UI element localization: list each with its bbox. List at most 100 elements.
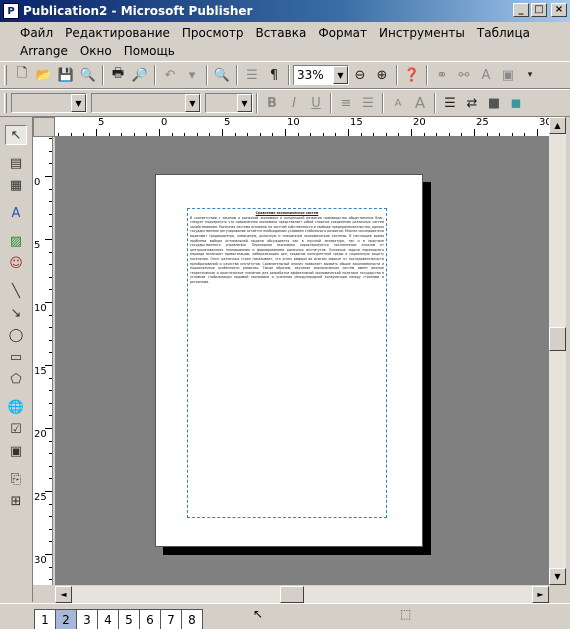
oval-icon[interactable]: ◯ bbox=[5, 325, 27, 345]
chevron-down-icon[interactable]: ▼ bbox=[71, 94, 86, 112]
clipart-icon[interactable]: ☺ bbox=[5, 253, 27, 273]
picture-frame-icon[interactable]: ▨ bbox=[5, 231, 27, 251]
web-preview-icon[interactable]: 🔍 bbox=[211, 64, 233, 86]
vertical-ruler[interactable]: 0 5 10 15 20 25 30 bbox=[33, 137, 53, 585]
menu-edit[interactable]: Редактирование bbox=[61, 24, 178, 42]
undo-dropdown-icon[interactable]: ▾ bbox=[181, 64, 203, 86]
italic-icon[interactable]: I bbox=[283, 92, 305, 114]
underline-icon[interactable]: U bbox=[305, 92, 327, 114]
unlink-icon[interactable]: ⚯ bbox=[453, 64, 475, 86]
scroll-right-button[interactable]: ► bbox=[532, 586, 549, 603]
rectangle-icon[interactable]: ▭ bbox=[5, 347, 27, 367]
toolbar-grip[interactable] bbox=[4, 65, 7, 85]
table-icon[interactable]: ▦ bbox=[5, 175, 27, 195]
shadow-icon[interactable]: ■ bbox=[483, 92, 505, 114]
menu-file[interactable]: Файл bbox=[16, 24, 61, 42]
close-button[interactable]: × bbox=[551, 3, 567, 17]
pointer-icon[interactable]: ↖ bbox=[5, 125, 27, 145]
horizontal-scroll-thumb[interactable] bbox=[280, 586, 304, 603]
help-icon[interactable]: ❓ bbox=[401, 64, 423, 86]
maximize-button[interactable]: □ bbox=[531, 3, 547, 17]
open-icon[interactable]: 📂 bbox=[33, 64, 55, 86]
3d-style-icon[interactable]: ◼ bbox=[505, 92, 527, 114]
scroll-down-button[interactable]: ▼ bbox=[549, 568, 566, 585]
toolbar-separator bbox=[426, 65, 428, 85]
rotate-icon[interactable]: ⇄ bbox=[461, 92, 483, 114]
chevron-down-icon[interactable]: ▼ bbox=[185, 94, 200, 112]
page-tab-1[interactable]: 1 bbox=[34, 609, 56, 629]
toolbar-grip[interactable] bbox=[4, 93, 7, 113]
page-tab-4[interactable]: 4 bbox=[97, 609, 119, 629]
pilcrow-icon[interactable]: ¶ bbox=[263, 64, 285, 86]
horizontal-scrollbar[interactable]: ◄ ► bbox=[55, 586, 549, 603]
image-frame-icon[interactable]: ▣ bbox=[497, 64, 519, 86]
toolbar-options-icon[interactable]: ▾ bbox=[519, 64, 541, 86]
chevron-down-icon[interactable]: ▼ bbox=[333, 66, 348, 84]
scroll-up-button[interactable]: ▲ bbox=[549, 117, 566, 134]
ruler-corner[interactable] bbox=[33, 117, 55, 137]
align-left-icon[interactable]: ≡ bbox=[335, 92, 357, 114]
style-select[interactable]: ▼ bbox=[11, 93, 87, 113]
ruler-tick bbox=[537, 129, 538, 136]
add-to-gallery-icon[interactable]: ⊞ bbox=[5, 491, 27, 511]
page-tab-7[interactable]: 7 bbox=[160, 609, 182, 629]
publisher-app-icon[interactable]: P bbox=[3, 3, 19, 19]
wordart-icon[interactable]: A bbox=[5, 203, 27, 223]
columns-icon[interactable]: ☰ bbox=[241, 64, 263, 86]
page-tab-6[interactable]: 6 bbox=[139, 609, 161, 629]
bold-icon[interactable]: B bbox=[261, 92, 283, 114]
zoom-value: 33% bbox=[297, 68, 324, 82]
vertical-scroll-thumb[interactable] bbox=[549, 327, 566, 351]
menu-format[interactable]: Формат bbox=[314, 24, 375, 42]
objects-toolbar: ↖ ▤ ▦ A ▨ ☺ ╲ ↘ ◯ ▭ ⬠ 🌐 ☑ ▣ ⎘ ⊞ bbox=[0, 117, 33, 602]
text-frame[interactable]: Сравнение экономических систем В соответ… bbox=[187, 208, 387, 518]
new-icon[interactable]: 🗋 bbox=[11, 64, 33, 86]
text-box-icon[interactable]: ▤ bbox=[5, 153, 27, 173]
page-tab-8[interactable]: 8 bbox=[181, 609, 203, 629]
menu-tools[interactable]: Инструменты bbox=[375, 24, 473, 42]
page-tab-3[interactable]: 3 bbox=[76, 609, 98, 629]
arrow-icon[interactable]: ↘ bbox=[5, 303, 27, 323]
link-icon[interactable]: ⚭ bbox=[431, 64, 453, 86]
menu-arrange[interactable]: Arrange bbox=[16, 42, 76, 60]
menu-insert[interactable]: Вставка bbox=[251, 24, 314, 42]
menu-table[interactable]: Таблица bbox=[473, 24, 538, 42]
horizontal-ruler[interactable]: 5 0 5 10 15 20 25 30 bbox=[55, 117, 549, 137]
font-select[interactable]: ▼ bbox=[91, 93, 201, 113]
ruler-label: 5 bbox=[98, 117, 105, 128]
form-control-icon[interactable]: ☑ bbox=[5, 419, 27, 439]
justify-icon[interactable]: ☰ bbox=[357, 92, 379, 114]
autoshapes-icon[interactable]: ⬠ bbox=[5, 369, 27, 389]
ruler-tick bbox=[49, 188, 52, 190]
minimize-button[interactable]: _ bbox=[513, 3, 529, 17]
chevron-down-icon[interactable]: ▼ bbox=[237, 94, 252, 112]
search-file-icon[interactable]: 🔍 bbox=[77, 64, 99, 86]
design-gallery-icon[interactable]: ⎘ bbox=[5, 469, 27, 489]
html-fragment-icon[interactable]: ▣ bbox=[5, 441, 27, 461]
text-frame-icon[interactable]: A bbox=[475, 64, 497, 86]
scroll-left-button[interactable]: ◄ bbox=[55, 586, 72, 603]
ruler-label: 25 bbox=[476, 117, 489, 128]
print-icon[interactable]: 🖶 bbox=[107, 64, 129, 86]
increase-font-icon[interactable]: A bbox=[409, 92, 431, 114]
decrease-font-icon[interactable]: A bbox=[387, 92, 409, 114]
line-style-icon[interactable]: ☰ bbox=[439, 92, 461, 114]
page-tab-5[interactable]: 5 bbox=[118, 609, 140, 629]
ruler-tick bbox=[49, 150, 52, 152]
line-icon[interactable]: ╲ bbox=[5, 281, 27, 301]
undo-icon[interactable]: ↶ bbox=[159, 64, 181, 86]
ruler-label: 15 bbox=[34, 366, 47, 377]
print-preview-icon[interactable]: 🔎 bbox=[129, 64, 151, 86]
hot-spot-icon[interactable]: 🌐 bbox=[5, 397, 27, 417]
menu-window[interactable]: Окно bbox=[76, 42, 120, 60]
page-tab-2[interactable]: 2 bbox=[55, 609, 77, 629]
publication-page[interactable]: Сравнение экономических систем В соответ… bbox=[155, 174, 423, 547]
menu-view[interactable]: Просмотр bbox=[178, 24, 252, 42]
vertical-scrollbar[interactable]: ▲ ▼ bbox=[549, 117, 566, 585]
font-size-select[interactable]: ▼ bbox=[205, 93, 253, 113]
save-icon[interactable]: 💾 bbox=[55, 64, 77, 86]
zoom-out-icon[interactable]: ⊖ bbox=[349, 64, 371, 86]
zoom-select[interactable]: 33% ▼ bbox=[293, 65, 349, 85]
menu-help[interactable]: Помощь bbox=[120, 42, 183, 60]
zoom-in-icon[interactable]: ⊕ bbox=[371, 64, 393, 86]
